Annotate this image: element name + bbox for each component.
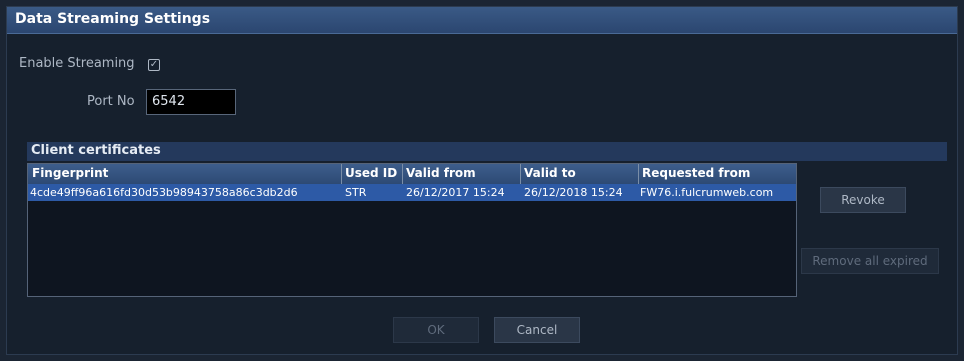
dialog-titlebar: Data Streaming Settings [7, 7, 957, 34]
ok-button[interactable]: OK [393, 317, 479, 343]
column-header-fingerprint[interactable]: Fingerprint [32, 166, 108, 180]
cell-used-id: STR [345, 186, 367, 199]
table-row[interactable]: 4cde49ff96a616fd30d53b98943758a86c3db2d6… [28, 184, 796, 201]
cell-valid-to: 26/12/2018 15:24 [524, 186, 623, 199]
certificates-table[interactable]: Fingerprint Used ID Valid from Valid to … [27, 163, 797, 297]
data-streaming-dialog: Data Streaming Settings Enable Streaming… [6, 6, 958, 355]
dialog-title: Data Streaming Settings [15, 11, 211, 27]
enable-streaming-label: Enable Streaming [19, 56, 135, 71]
cell-fingerprint: 4cde49ff96a616fd30d53b98943758a86c3db2d6 [30, 186, 298, 199]
port-label: Port No [87, 94, 135, 109]
port-input[interactable]: 6542 [146, 89, 236, 115]
revoke-button[interactable]: Revoke [820, 187, 906, 213]
cell-valid-from: 26/12/2017 15:24 [406, 186, 505, 199]
column-separator[interactable] [341, 164, 342, 184]
table-header: Fingerprint Used ID Valid from Valid to … [28, 164, 796, 184]
client-certificates-header: Client certificates [27, 142, 947, 161]
client-certificates-title: Client certificates [31, 143, 161, 158]
column-separator[interactable] [520, 164, 521, 184]
column-separator[interactable] [402, 164, 403, 184]
cell-requested-from: FW76.i.fulcrumweb.com [640, 186, 774, 199]
column-header-used-id[interactable]: Used ID [345, 166, 397, 180]
cancel-button[interactable]: Cancel [494, 317, 580, 343]
column-header-valid-from[interactable]: Valid from [406, 166, 476, 180]
column-header-valid-to[interactable]: Valid to [524, 166, 576, 180]
enable-streaming-checkbox[interactable]: ✓ [148, 59, 160, 71]
column-header-requested-from[interactable]: Requested from [642, 166, 750, 180]
remove-all-expired-button[interactable]: Remove all expired [801, 248, 939, 274]
column-separator[interactable] [638, 164, 639, 184]
